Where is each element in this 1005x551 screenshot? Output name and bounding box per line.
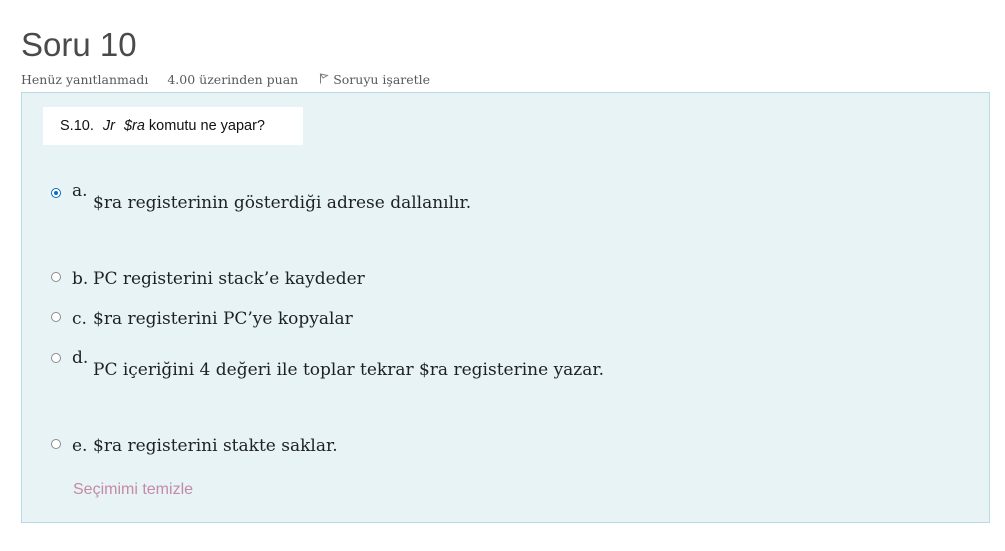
answer-text-e: $ra registerini stakte saklar. [93,436,338,456]
prompt-text: komutu ne yapar? [148,118,265,134]
answer-text-a: $ra registerinin gösterdiği adrese dalla… [93,193,472,213]
answer-letter-e: e. [72,436,88,456]
question-grade: 4.00 üzerinden puan [167,72,299,87]
answer-radio-b[interactable] [51,272,61,282]
flag-icon [319,72,329,87]
answer-letter-b: b. [72,269,89,289]
flag-question-label: Soruyu işaretle [333,72,431,87]
answer-radio-d[interactable] [51,353,61,363]
prompt-number: S.10. [60,118,94,134]
answer-letter-a: a. [72,181,88,201]
answer-letter-c: c. [72,309,87,329]
question-info: Henüz yanıtlanmadı 4.00 üzerinden puan S… [21,72,430,87]
answer-radio-a[interactable] [51,188,61,198]
flag-question-link[interactable]: Soruyu işaretle [319,72,430,87]
answer-letter-d: d. [72,348,89,368]
answer-text-d: PC içeriğini 4 değeri ile toplar tekrar … [93,360,605,380]
answer-radio-c[interactable] [51,312,61,322]
clear-choice-link[interactable]: Seçimimi temizle [73,481,193,499]
answer-text-c: $ra registerini PC’ye kopyalar [93,309,353,329]
answer-radio-e[interactable] [51,439,61,449]
question-content-box: S.10. Jr $ra komutu ne yapar? a. $ra reg… [21,92,990,523]
question-prompt-image: S.10. Jr $ra komutu ne yapar? [43,107,303,145]
question-status: Henüz yanıtlanmadı [21,72,149,87]
question-title: Soru 10 [21,26,137,63]
answer-text-b: PC registerini stack’e kaydeder [93,269,365,289]
prompt-register: $ra [123,118,145,134]
prompt-instruction: Jr [102,118,115,134]
